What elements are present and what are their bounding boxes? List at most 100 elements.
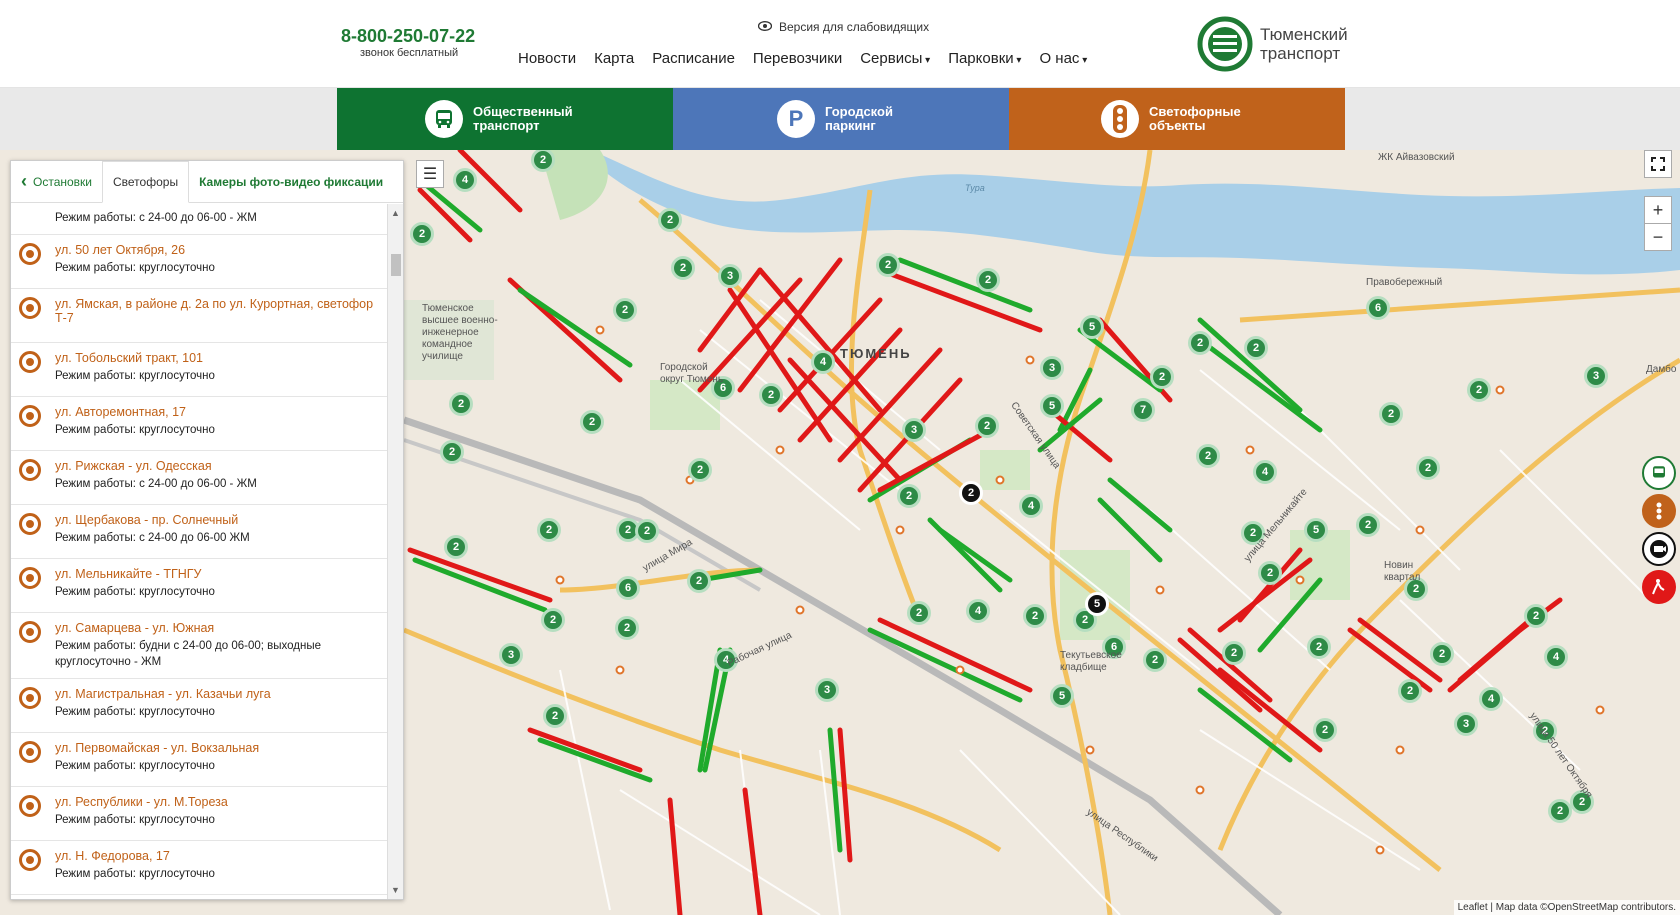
cluster-marker[interactable]: 2 <box>976 268 1000 292</box>
red-wave-corridor[interactable] <box>1177 637 1263 713</box>
green-wave-corridor[interactable] <box>827 727 843 853</box>
cluster-marker[interactable]: 2 <box>449 392 473 416</box>
cluster-marker[interactable]: 4 <box>811 350 835 374</box>
cluster-marker[interactable]: 4 <box>966 599 990 623</box>
scroll-thumb[interactable] <box>391 254 401 276</box>
green-wave-corridor[interactable] <box>537 737 653 783</box>
band-traffic-lights[interactable]: Светофорные объекты <box>1009 88 1345 150</box>
green-wave-corridor[interactable] <box>412 557 548 613</box>
list-item[interactable]: ул. Республики - ул. М.Тореза Режим работ… <box>11 787 387 841</box>
cluster-marker[interactable]: 3 <box>1454 712 1478 736</box>
cluster-marker[interactable]: 2 <box>1356 513 1380 537</box>
cluster-marker[interactable]: 4 <box>453 168 477 192</box>
green-wave-corridor[interactable] <box>1197 687 1293 763</box>
cluster-marker[interactable]: 4 <box>1544 645 1568 669</box>
cluster-marker[interactable]: 2 <box>1023 604 1047 628</box>
green-wave-corridor[interactable] <box>1197 317 1303 413</box>
accessibility-link[interactable]: Версия для слабовидящих <box>757 20 929 34</box>
traffic-light-dot[interactable] <box>1495 385 1505 395</box>
camera-layer-toggle[interactable] <box>1642 532 1676 566</box>
traffic-light-dot[interactable] <box>1415 525 1425 535</box>
traffic-light-dot[interactable] <box>1245 445 1255 455</box>
list-scrollbar[interactable]: ▲ ▼ <box>387 204 403 899</box>
cluster-marker[interactable]: 2 <box>1524 604 1548 628</box>
nav-news[interactable]: Новости <box>518 50 576 67</box>
tab-stops[interactable]: Остановки <box>11 161 102 202</box>
cluster-marker[interactable]: 5 <box>1304 518 1328 542</box>
layers-menu-button[interactable]: ☰ <box>416 160 444 188</box>
red-wave-corridor[interactable] <box>1347 627 1433 693</box>
list-item[interactable]: ул. Рижская - ул. Одесская Режим работы: … <box>11 451 387 505</box>
tab-cameras[interactable]: Камеры фото-видео фиксации <box>189 161 393 202</box>
cluster-marker[interactable]: 2 <box>1313 718 1337 742</box>
list-item[interactable]: ул. Авторемонтная, 17 Режим работы: кругл… <box>11 397 387 451</box>
cluster-marker[interactable]: 2 <box>580 410 604 434</box>
cluster-marker[interactable]: 2 <box>1244 336 1268 360</box>
cluster-marker[interactable]: 2 <box>1379 402 1403 426</box>
list-item[interactable]: ул. Самарцева - ул. Южная Режим работы: б… <box>11 613 387 679</box>
cluster-marker[interactable]: 5 <box>1040 394 1064 418</box>
cluster-marker[interactable]: 2 <box>876 253 900 277</box>
cluster-marker[interactable]: 2 <box>613 298 637 322</box>
list-item[interactable]: ул. Щербакова - пр. Солнечный Режим работ… <box>11 505 387 559</box>
red-wave-corridor[interactable] <box>877 267 1043 333</box>
cluster-marker[interactable]: 2 <box>688 458 712 482</box>
traffic-light-layer-toggle[interactable] <box>1642 494 1676 528</box>
map-attribution[interactable]: Leaflet | Map data ©OpenStreetMap contri… <box>1453 900 1680 915</box>
cluster-marker[interactable]: 3 <box>902 418 926 442</box>
cluster-marker[interactable]: 2 <box>1398 679 1422 703</box>
list-item[interactable]: ул. Первомайская - ул. Вокзальная Режим р… <box>11 733 387 787</box>
red-wave-corridor[interactable] <box>407 547 553 603</box>
cluster-marker[interactable]: 2 <box>1430 642 1454 666</box>
traffic-light-dot[interactable] <box>1195 785 1205 795</box>
traffic-light-dot[interactable] <box>995 475 1005 485</box>
traffic-light-dot[interactable] <box>1025 355 1035 365</box>
fullscreen-button[interactable] <box>1644 150 1672 178</box>
cluster-marker[interactable]: 2 <box>537 518 561 542</box>
green-wave-corridor[interactable] <box>517 287 633 368</box>
traffic-light-dot[interactable] <box>1595 705 1605 715</box>
cluster-marker[interactable]: 2 <box>759 383 783 407</box>
traffic-light-dot[interactable] <box>1375 845 1385 855</box>
red-wave-corridor[interactable] <box>1357 617 1443 683</box>
zoom-in-button[interactable]: + <box>1644 196 1672 224</box>
traffic-light-dot[interactable] <box>615 665 625 675</box>
nav-parking-dropdown[interactable]: Парковки <box>948 50 1021 67</box>
list-item[interactable]: ул. Магистральная - ул. Казачьи луга Режи… <box>11 679 387 733</box>
cluster-marker[interactable]: 2 <box>1188 331 1212 355</box>
list-item[interactable]: ул. Тобольский тракт, 101 Режим работы: к… <box>11 343 387 397</box>
cluster-marker[interactable]: 6 <box>616 576 640 600</box>
cluster-marker[interactable]: 2 <box>1467 378 1491 402</box>
cluster-marker[interactable]: 3 <box>718 264 742 288</box>
cluster-marker[interactable]: 2 <box>1222 641 1246 665</box>
cluster-marker[interactable]: 4 <box>1019 494 1043 518</box>
cluster-marker[interactable]: 2 <box>671 256 695 280</box>
scroll-up-arrow-icon[interactable]: ▲ <box>391 208 400 218</box>
cluster-marker[interactable]: 2 <box>440 440 464 464</box>
camera-cluster-marker[interactable]: 5 <box>1085 592 1109 616</box>
cluster-marker[interactable]: 7 <box>1131 398 1155 422</box>
nav-about-dropdown[interactable]: О нас <box>1039 50 1087 67</box>
nav-services-dropdown[interactable]: Сервисы <box>860 50 930 67</box>
cluster-marker[interactable]: 5 <box>1080 315 1104 339</box>
cluster-marker[interactable]: 2 <box>541 608 565 632</box>
cluster-marker[interactable]: 2 <box>897 484 921 508</box>
cluster-marker[interactable]: 2 <box>444 535 468 559</box>
cluster-marker[interactable]: 2 <box>1196 444 1220 468</box>
cluster-marker[interactable]: 3 <box>815 678 839 702</box>
red-wave-corridor[interactable] <box>527 727 643 773</box>
cluster-marker[interactable]: 2 <box>1416 456 1440 480</box>
traffic-light-dot[interactable] <box>795 605 805 615</box>
cluster-marker[interactable]: 2 <box>410 222 434 246</box>
traffic-light-dot[interactable] <box>895 525 905 535</box>
traffic-light-dot[interactable] <box>1395 745 1405 755</box>
scroll-down-arrow-icon[interactable]: ▼ <box>391 885 400 895</box>
cluster-marker[interactable]: 2 <box>658 208 682 232</box>
cluster-marker[interactable]: 2 <box>635 519 659 543</box>
list-item[interactable]: ул. Н. Федорова, 17 Режим работы: круглос… <box>11 841 387 895</box>
bus-layer-toggle[interactable] <box>1642 456 1676 490</box>
traffic-light-dot[interactable] <box>595 325 605 335</box>
list-item[interactable]: ул. Мельникайте - ТГНГУ Режим работы: кру… <box>11 559 387 613</box>
cluster-marker[interactable]: 2 <box>1150 365 1174 389</box>
cluster-marker[interactable]: 2 <box>1143 648 1167 672</box>
